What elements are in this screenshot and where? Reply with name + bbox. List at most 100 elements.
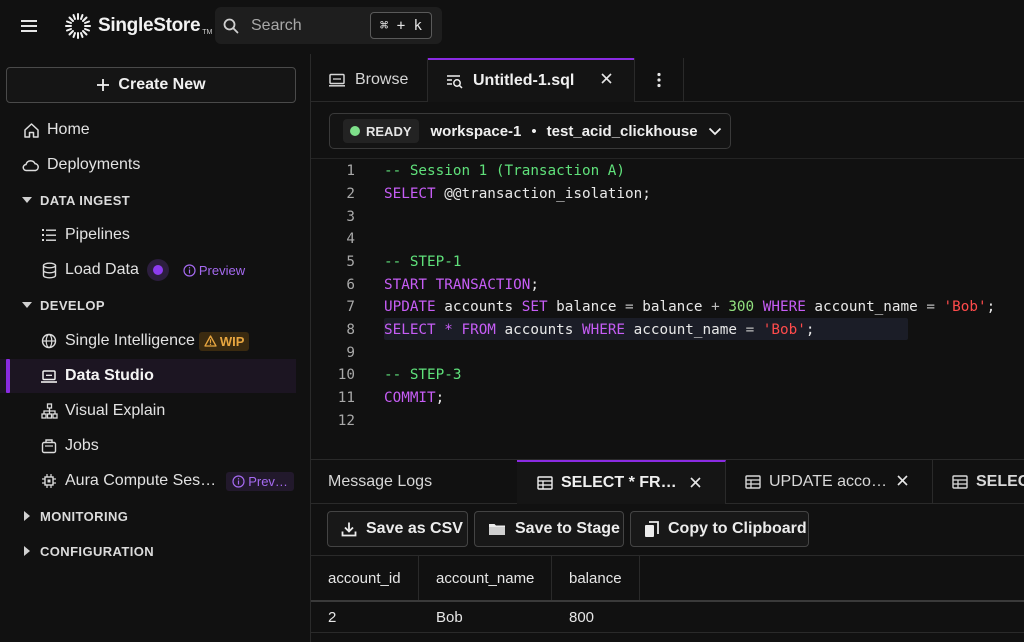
sidebar-item-jobs[interactable]: Jobs (0, 429, 296, 463)
tab-browse[interactable]: Browse (311, 58, 428, 102)
pipelines-icon (40, 226, 58, 244)
sidebar: Create New Home Deployments DATA INGEST … (0, 54, 310, 642)
sql-text: account_name (805, 299, 927, 315)
line-number: 3 (346, 209, 355, 225)
singlestore-logo[interactable]: SingleStore TM (64, 11, 212, 41)
search-bar[interactable]: Search ⌘ + k (215, 7, 442, 44)
brand-trademark: TM (202, 28, 213, 36)
tab-label: Untitled-1.sql (473, 72, 575, 89)
brand-name: SingleStore (98, 15, 201, 36)
sql-keyword: WHERE (762, 299, 806, 315)
sql-text: account_name (625, 322, 746, 338)
create-new-button[interactable]: Create New (6, 67, 296, 103)
status-label: READY (366, 123, 412, 139)
column-header[interactable]: balance (552, 556, 640, 600)
line-number: 4 (346, 231, 355, 247)
table-cell[interactable]: Bob (419, 602, 463, 632)
workspace-selector[interactable]: READY workspace-1 • test_acid_clickhouse (329, 113, 731, 149)
button-label: Save as CSV (366, 520, 463, 537)
close-icon[interactable] (601, 73, 612, 84)
section-monitoring[interactable]: MONITORING (22, 506, 128, 526)
sql-comment: -- STEP-3 (384, 367, 462, 383)
sql-text: accounts (495, 322, 582, 338)
table-icon (952, 475, 968, 489)
sql-text: balance (547, 299, 626, 315)
code-line-11: COMMIT; (384, 390, 444, 406)
sidebar-item-visual-explain[interactable]: Visual Explain (0, 394, 296, 428)
workspace-separator: • (531, 122, 537, 140)
create-new-label: Create New (118, 76, 206, 93)
column-header[interactable]: account_id (311, 556, 419, 600)
table-icon (745, 475, 761, 489)
chevron-down-icon (708, 127, 722, 136)
sql-operator: = (625, 299, 634, 315)
line-number: 12 (337, 413, 355, 429)
code-line-7: UPDATE accounts SET balance = balance + … (384, 299, 995, 315)
sidebar-item-single-intelligence[interactable]: Single Intelligence WIP (0, 324, 296, 358)
sidebar-item-pipelines[interactable]: Pipelines (0, 218, 296, 252)
sidebar-item-label: Deployments (47, 156, 141, 173)
tab-label: SELECT * FR… (561, 474, 677, 491)
close-icon[interactable] (897, 475, 908, 486)
caret-right-icon (24, 546, 30, 556)
caret-right-icon (24, 511, 30, 521)
wip-badge-label: WIP (219, 333, 245, 349)
sidebar-item-data-studio[interactable]: Data Studio (0, 359, 296, 393)
sql-number: 300 (719, 299, 763, 315)
sql-editor[interactable]: 1 2 3 4 5 6 7 8 9 10 11 12 -- Session 1 … (311, 159, 1024, 459)
sql-keyword: WHERE (582, 322, 626, 338)
close-icon[interactable] (690, 477, 701, 488)
sql-keyword: UPDATE (384, 299, 436, 315)
line-number: 7 (346, 299, 355, 315)
section-data-ingest[interactable]: DATA INGEST (22, 190, 130, 210)
status-dot-icon (350, 126, 360, 136)
copy-to-clipboard-button[interactable]: Copy to Clipboard (630, 511, 809, 547)
section-develop[interactable]: DEVELOP (22, 295, 105, 315)
status-badge: READY (343, 119, 419, 143)
code-line-5: -- STEP-1 (384, 254, 461, 270)
table-icon (537, 476, 553, 490)
sql-operator: + (711, 299, 720, 315)
tab-result-update[interactable]: UPDATE acco… (726, 460, 933, 504)
tab-message-logs[interactable]: Message Logs (328, 460, 432, 504)
table-header-divider (311, 600, 1024, 602)
sidebar-item-aura-compute[interactable]: Aura Compute Ses… Prev… (0, 464, 296, 498)
line-number: 8 (346, 322, 355, 338)
line-number: 2 (346, 186, 355, 202)
tab-label: UPDATE acco… (769, 473, 887, 490)
sidebar-item-label: Load Data (65, 261, 139, 278)
status-indicator-icon (146, 259, 169, 281)
section-configuration[interactable]: CONFIGURATION (22, 541, 154, 561)
sql-text: @@transaction_isolation; (435, 186, 651, 202)
sidebar-item-deployments[interactable]: Deployments (0, 148, 296, 182)
tab-untitled-sql[interactable]: Untitled-1.sql (428, 58, 634, 102)
save-to-stage-button[interactable]: Save to Stage (474, 511, 624, 547)
more-options-icon[interactable] (634, 58, 684, 102)
jobs-icon (40, 437, 58, 455)
wip-badge: WIP (198, 331, 250, 351)
sql-comment: -- Session 1 (Transaction A) (384, 163, 626, 179)
sidebar-item-label: Data Studio (65, 367, 154, 384)
search-placeholder: Search (251, 16, 302, 34)
line-number: 6 (346, 277, 355, 293)
hamburger-menu-icon[interactable] (14, 14, 44, 38)
button-label: Copy to Clipboard (668, 520, 807, 537)
sidebar-item-load-data[interactable]: Load Data Preview (0, 253, 296, 287)
sidebar-item-home[interactable]: Home (0, 113, 296, 147)
line-number: 5 (346, 254, 355, 270)
search-icon (223, 18, 239, 34)
code-line-6: START TRANSACTION; (384, 277, 539, 293)
tab-result-select[interactable]: SELECT * FR… (517, 460, 726, 504)
caret-down-icon (22, 302, 32, 308)
preview-badge: Preview (183, 263, 245, 278)
table-cell[interactable]: 2 (311, 602, 336, 632)
info-icon (183, 263, 196, 277)
tab-result-select-2[interactable]: SELEC (933, 460, 1024, 504)
column-header[interactable]: account_name (419, 556, 552, 600)
sql-string: 'Bob' (754, 322, 806, 338)
sql-text: accounts (435, 299, 522, 315)
tab-label: SELEC (976, 473, 1024, 490)
sql-file-icon (446, 74, 463, 89)
table-cell[interactable]: 800 (552, 602, 594, 632)
save-as-csv-button[interactable]: Save as CSV (327, 511, 468, 547)
